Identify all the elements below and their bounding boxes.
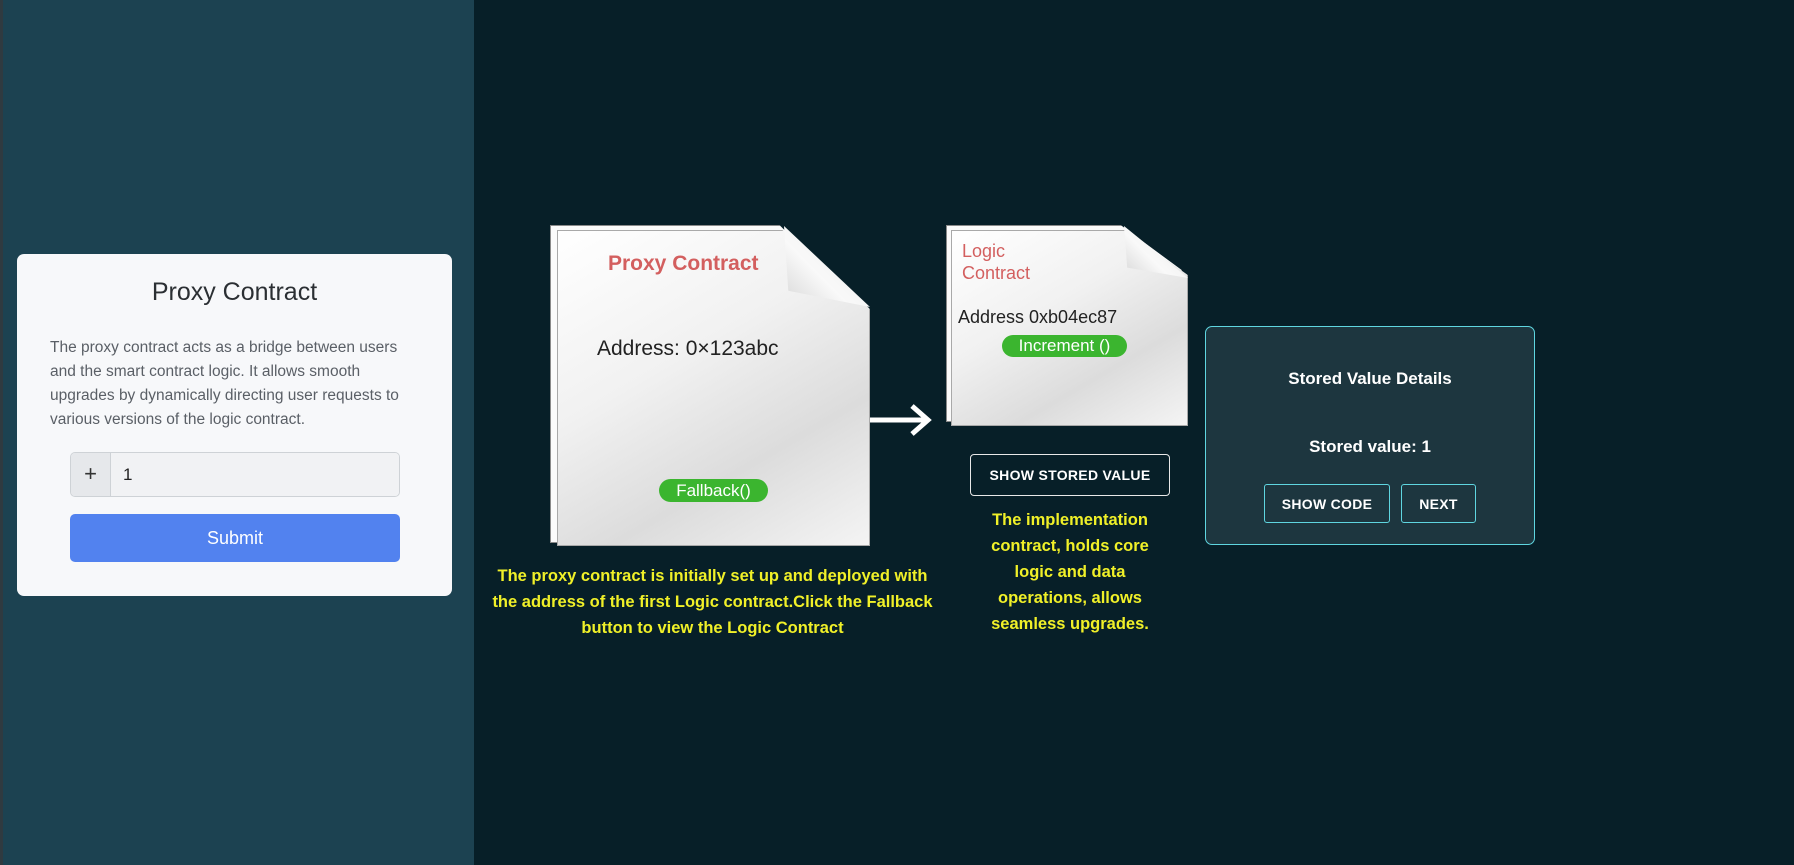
proxy-caption: The proxy contract is initially set up a…	[492, 567, 933, 637]
right-arrow-icon	[870, 404, 932, 436]
value-input-group: +	[70, 452, 400, 497]
proxy-doc-title: Proxy Contract	[608, 252, 759, 275]
show-stored-value-button[interactable]: SHOW STORED VALUE	[970, 454, 1170, 496]
stored-value-details-panel: Stored Value Details Stored value: 1 SHO…	[1205, 326, 1535, 545]
proxy-form-card: Proxy Contract The proxy contract acts a…	[17, 254, 452, 596]
next-button[interactable]: NEXT	[1401, 484, 1476, 523]
proxy-doc-address: Address: 0×123abc	[597, 337, 779, 360]
card-title: Proxy Contract	[151, 278, 318, 306]
show-code-button[interactable]: SHOW CODE	[1264, 484, 1390, 523]
fallback-button[interactable]: Fallback()	[659, 479, 768, 502]
card-description: The proxy contract acts as a bridge betw…	[50, 339, 399, 428]
value-input[interactable]	[112, 453, 399, 496]
logic-doc-title: Logic Contract	[962, 240, 1042, 284]
logic-doc-title-text: Logic Contract	[962, 241, 1031, 283]
logic-doc-address: Address 0xb04ec87	[958, 307, 1118, 327]
stored-value-text: Stored value: 1	[1309, 437, 1431, 456]
sidebar: Proxy Contract The proxy contract acts a…	[3, 0, 474, 865]
plus-icon: +	[71, 453, 111, 496]
increment-button[interactable]: Increment ()	[1002, 335, 1127, 357]
logic-caption: The implementation contract, holds core …	[991, 511, 1149, 633]
submit-button[interactable]: Submit	[70, 514, 400, 562]
details-title: Stored Value Details	[1288, 369, 1452, 388]
